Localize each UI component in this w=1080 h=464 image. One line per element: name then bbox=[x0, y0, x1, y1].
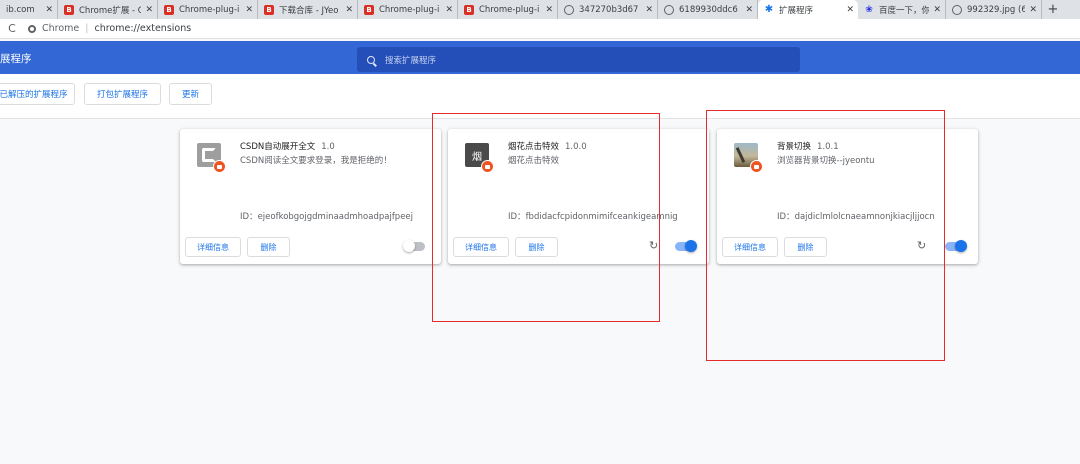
tab-title: ib.com bbox=[6, 4, 35, 15]
annotation-box bbox=[706, 110, 945, 361]
extension-name: CSDN自动展开全文 bbox=[240, 142, 316, 152]
enable-toggle[interactable] bbox=[675, 240, 697, 252]
search-placeholder: 搜索扩展程序 bbox=[385, 55, 437, 66]
globe-icon bbox=[952, 4, 962, 15]
extension-id-label: ID： bbox=[240, 212, 258, 222]
baidu-paw-icon: ❀ bbox=[865, 4, 873, 15]
remove-button[interactable]: 删除 bbox=[247, 237, 290, 257]
toggle-knob bbox=[955, 240, 967, 252]
annotation-box bbox=[432, 113, 660, 322]
tab-favicon-icon: B bbox=[164, 4, 174, 15]
extension-version: 1.0 bbox=[321, 142, 335, 152]
tab-favicon-icon: B bbox=[64, 4, 74, 15]
tab-title: 扩展程序 bbox=[779, 5, 814, 16]
tab-4[interactable]: B Chrome-plug-i ✕ bbox=[358, 0, 458, 19]
extension-title: CSDN自动展开全文 1.0 bbox=[240, 140, 335, 152]
toggle-knob bbox=[403, 240, 415, 252]
tab-title: Chrome-plug-i bbox=[479, 4, 540, 15]
tab-favicon-icon: B bbox=[464, 4, 474, 15]
address-bar: C Chrome | chrome://extensions bbox=[0, 19, 1080, 39]
extension-id-value: ejeofkobgojgdminaadmhoadpajfpeej bbox=[257, 212, 414, 222]
enable-toggle[interactable] bbox=[945, 240, 967, 252]
tab-1[interactable]: B Chrome扩展 - C ✕ bbox=[58, 0, 158, 19]
close-icon[interactable]: ✕ bbox=[545, 5, 553, 15]
tab-title: 百度一下，你就 bbox=[879, 5, 930, 16]
chrome-icon bbox=[28, 24, 36, 33]
close-icon[interactable]: ✕ bbox=[445, 5, 453, 15]
close-icon[interactable]: ✕ bbox=[345, 5, 353, 15]
url-field[interactable]: Chrome | chrome://extensions bbox=[28, 21, 328, 37]
tab-0[interactable]: ib.com ✕ bbox=[0, 0, 58, 19]
tab-title: Chrome-plug-i bbox=[379, 4, 440, 15]
tab-3[interactable]: B 下载合库 - JYeo ✕ bbox=[258, 0, 358, 19]
tab-title: 6189930ddc6 bbox=[679, 4, 738, 15]
close-icon[interactable]: ✕ bbox=[933, 5, 941, 15]
url-divider: | bbox=[85, 23, 89, 34]
close-icon[interactable]: ✕ bbox=[1029, 5, 1037, 15]
extension-description: CSDN阅读全文要求登录，我是拒绝的！ bbox=[240, 156, 392, 166]
tab-title: Chrome扩展 - C bbox=[79, 5, 142, 16]
close-icon[interactable]: ✕ bbox=[145, 5, 153, 15]
toggle-knob bbox=[685, 240, 697, 252]
tab-2[interactable]: B Chrome-plug-i ✕ bbox=[158, 0, 258, 19]
tab-favicon-icon: B bbox=[364, 4, 374, 15]
close-icon[interactable]: ✕ bbox=[245, 5, 253, 15]
tab-title: Chrome-plug-i bbox=[179, 4, 240, 15]
load-unpacked-button[interactable]: 已解压的扩展程序 bbox=[0, 83, 75, 105]
tab-title: 347270b3d67 bbox=[579, 4, 639, 15]
tab-9[interactable]: ❀ 百度一下，你就 ✕ bbox=[858, 0, 946, 19]
tab-title: 992329.jpg (60 bbox=[967, 4, 1025, 15]
extension-card-csdn: CSDN自动展开全文 1.0 CSDN阅读全文要求登录，我是拒绝的！ ID：eje… bbox=[180, 129, 441, 264]
video-badge-icon bbox=[213, 160, 226, 173]
tab-favicon-icon: B bbox=[264, 4, 274, 15]
globe-icon bbox=[664, 4, 674, 15]
close-icon[interactable]: ✕ bbox=[645, 5, 653, 15]
tab-10[interactable]: 992329.jpg (60 ✕ bbox=[946, 0, 1042, 19]
update-button[interactable]: 更新 bbox=[169, 83, 212, 105]
tab-title: 下载合库 - JYeo bbox=[279, 5, 339, 16]
puzzle-icon: ✱ bbox=[764, 4, 774, 15]
search-input[interactable]: 搜索扩展程序 bbox=[357, 47, 800, 72]
globe-icon bbox=[564, 4, 574, 15]
tab-6[interactable]: 347270b3d67 ✕ bbox=[558, 0, 658, 19]
site-label: Chrome bbox=[42, 23, 80, 34]
details-button[interactable]: 详细信息 bbox=[185, 237, 241, 257]
pack-extension-button[interactable]: 打包扩展程序 bbox=[84, 83, 161, 105]
tab-7[interactable]: 6189930ddc6 ✕ bbox=[658, 0, 758, 19]
tab-extensions-active[interactable]: ✱ 扩展程序 ✕ bbox=[758, 0, 858, 19]
extensions-header: 展程序 搜索扩展程序 bbox=[0, 41, 1080, 74]
page-title: 展程序 bbox=[0, 53, 32, 65]
new-tab-plus-icon[interactable]: + bbox=[1042, 0, 1064, 19]
close-icon[interactable]: ✕ bbox=[846, 5, 854, 15]
close-icon[interactable]: ✕ bbox=[745, 5, 753, 15]
extension-id: ID：ejeofkobgojgdminaadmhoadpajfpeej bbox=[240, 210, 413, 222]
search-icon bbox=[367, 55, 375, 64]
enable-toggle[interactable] bbox=[403, 240, 425, 252]
reload-icon[interactable]: C bbox=[4, 22, 20, 35]
close-icon[interactable]: ✕ bbox=[45, 5, 53, 15]
tab-strip: ib.com ✕ B Chrome扩展 - C ✕ B Chrome-plug-… bbox=[0, 0, 1080, 19]
url-text: chrome://extensions bbox=[94, 23, 192, 34]
tab-5[interactable]: B Chrome-plug-i ✕ bbox=[458, 0, 558, 19]
